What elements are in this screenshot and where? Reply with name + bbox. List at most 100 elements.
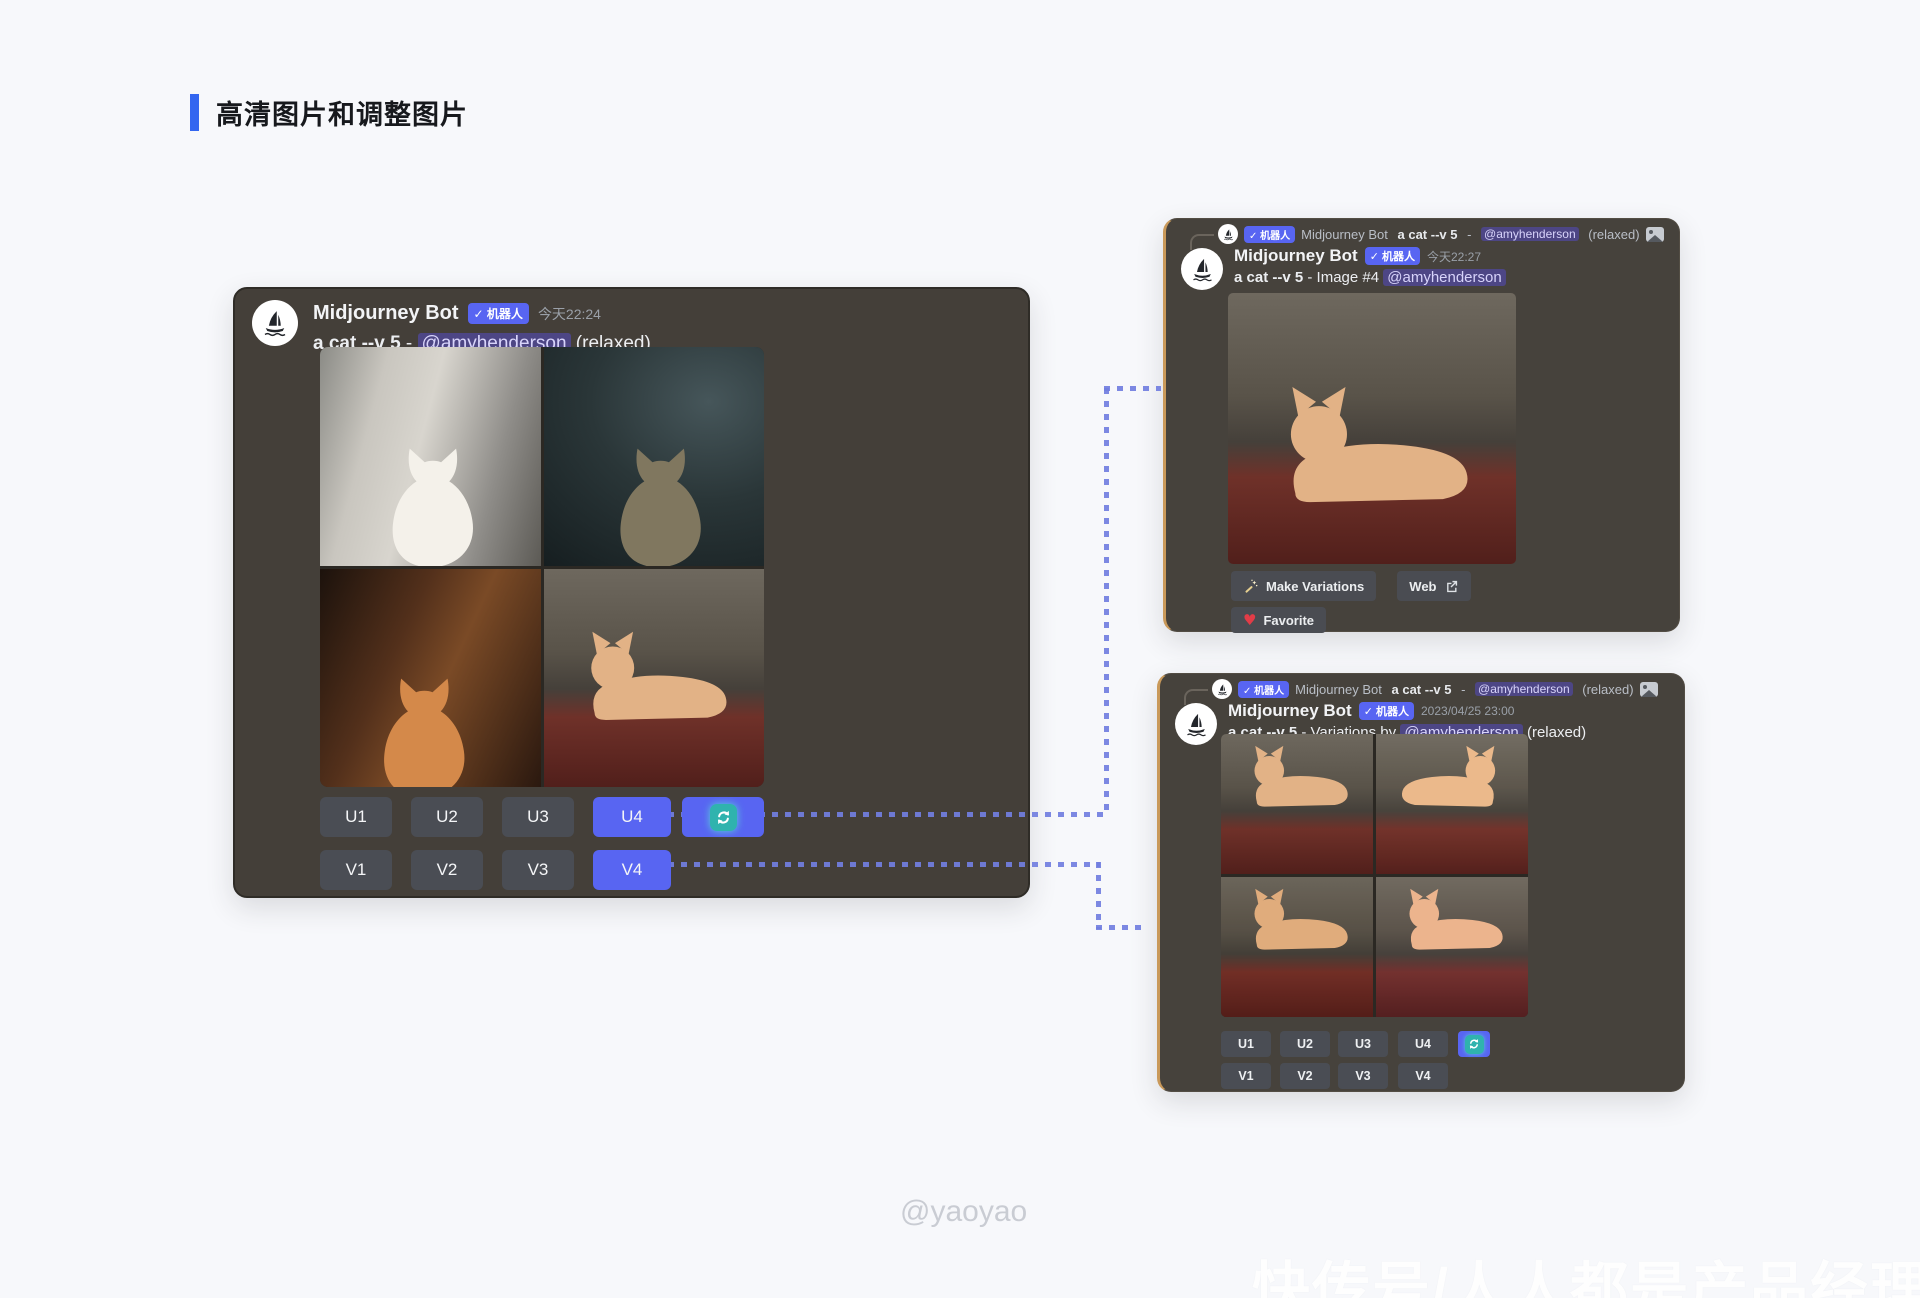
mode-text: (relaxed) — [1523, 724, 1586, 741]
connector-variation-into-card — [1096, 925, 1143, 930]
button-v3[interactable]: V3 — [1338, 1063, 1388, 1089]
refresh-icon — [1465, 1035, 1484, 1054]
make-variations-label: Make Variations — [1266, 579, 1364, 594]
midjourney-bot-avatar[interactable] — [252, 300, 298, 346]
sailboat-icon — [1189, 256, 1216, 283]
bot-name[interactable]: Midjourney Bot — [1234, 246, 1358, 266]
button-u4[interactable]: U4 — [593, 797, 671, 837]
reply-mode: (relaxed) — [1579, 682, 1634, 697]
cat-silhouette — [1235, 877, 1360, 995]
reply-mention[interactable]: @amyhenderson — [1475, 682, 1573, 696]
button-u4[interactable]: U4 — [1398, 1031, 1448, 1057]
reply-preview[interactable]: ✓ 机器人 Midjourney Bot a cat --v 5 - @amyh… — [1218, 224, 1664, 244]
generated-image-3[interactable] — [320, 569, 541, 788]
sailboat-icon — [1216, 683, 1229, 696]
reply-bot-name: Midjourney Bot — [1295, 682, 1385, 697]
button-u1[interactable]: U1 — [1221, 1031, 1271, 1057]
upscaled-result-card: ✓ 机器人 Midjourney Bot a cat --v 5 - @amyh… — [1163, 218, 1680, 632]
web-button[interactable]: Web — [1397, 571, 1470, 601]
image-number-text: - Image #4 — [1303, 269, 1383, 286]
cat-silhouette — [583, 420, 733, 566]
button-u3[interactable]: U3 — [1338, 1031, 1388, 1057]
reply-bot-name: Midjourney Bot — [1301, 227, 1391, 242]
page: 高清图片和调整图片 Midjourney Bot ✓ 机器人 今天22:24 a… — [0, 0, 1920, 1298]
cat-silhouette — [353, 420, 507, 566]
message-timestamp: 今天22:24 — [538, 304, 601, 324]
verified-bot-badge: ✓ 机器人 — [1244, 226, 1295, 243]
message-timestamp: 2023/04/25 23:00 — [1421, 704, 1514, 718]
cat-silhouette — [1390, 734, 1515, 852]
connector-upscale-vertical — [1104, 388, 1109, 815]
reply-preview[interactable]: ✓ 机器人 Midjourney Bot a cat --v 5 - @amyh… — [1212, 679, 1658, 699]
message-header: Midjourney Bot ✓ 机器人 今天22:27 — [1234, 246, 1481, 266]
midjourney-bot-avatar[interactable] — [1175, 703, 1217, 745]
generated-image-2[interactable] — [544, 347, 765, 566]
generated-image-1[interactable] — [320, 347, 541, 566]
refresh-icon — [710, 804, 737, 831]
button-v1[interactable]: V1 — [1221, 1063, 1271, 1089]
reply-bot-avatar — [1218, 224, 1238, 244]
sailboat-icon — [260, 308, 290, 338]
bot-name[interactable]: Midjourney Bot — [313, 302, 459, 325]
variation-button-row: V1 V2 V3 V4 — [320, 850, 860, 890]
button-u2[interactable]: U2 — [1280, 1031, 1330, 1057]
prompt-text: a cat --v 5 — [1234, 269, 1303, 286]
button-v4[interactable]: V4 — [1398, 1063, 1448, 1089]
reply-separator: - — [1457, 682, 1469, 697]
external-link-icon — [1444, 579, 1459, 594]
sailboat-icon — [1222, 228, 1235, 241]
user-mention[interactable]: @amyhenderson — [1383, 269, 1505, 286]
sailboat-icon — [1183, 711, 1210, 738]
connector-variation-vertical — [1096, 862, 1101, 929]
reroll-button[interactable] — [1458, 1031, 1490, 1057]
web-label: Web — [1409, 579, 1436, 594]
reply-bot-avatar — [1212, 679, 1232, 699]
variation-image-2[interactable] — [1376, 734, 1528, 874]
variation-image-3[interactable] — [1221, 877, 1373, 1017]
button-u2[interactable]: U2 — [411, 797, 483, 837]
author-watermark: @yaoyao — [900, 1195, 1027, 1229]
section-title-block: 高清图片和调整图片 — [190, 93, 468, 132]
message-header: Midjourney Bot ✓ 机器人 今天22:24 — [313, 302, 601, 325]
favorite-label: Favorite — [1263, 613, 1314, 628]
button-v2[interactable]: V2 — [411, 850, 483, 890]
make-variations-button[interactable]: Make Variations — [1231, 571, 1376, 601]
reply-prompt: a cat --v 5 — [1398, 227, 1458, 242]
button-u1[interactable]: U1 — [320, 797, 392, 837]
variations-result-card: ✓ 机器人 Midjourney Bot a cat --v 5 - @amyh… — [1157, 673, 1685, 1092]
button-v4[interactable]: V4 — [593, 850, 671, 890]
button-v3[interactable]: V3 — [502, 850, 574, 890]
cat-silhouette — [1254, 371, 1490, 521]
variation-button-row: V1 V2 V3 V4 — [1160, 1063, 1500, 1089]
upscaled-image[interactable] — [1228, 293, 1516, 564]
upscale-button-row: U1 U2 U3 U4 — [1160, 1031, 1500, 1057]
variation-image-4[interactable] — [1376, 877, 1528, 1017]
reply-mention[interactable]: @amyhenderson — [1481, 227, 1579, 241]
verified-bot-badge: ✓ 机器人 — [1359, 702, 1414, 720]
reply-separator: - — [1463, 227, 1475, 242]
magic-wand-icon — [1243, 578, 1259, 594]
generated-image-4[interactable] — [544, 569, 765, 788]
button-v1[interactable]: V1 — [320, 850, 392, 890]
midjourney-bot-avatar[interactable] — [1181, 248, 1223, 290]
upscale-button-row: U1 U2 U3 U4 — [320, 797, 860, 837]
variations-image-grid — [1221, 734, 1528, 1017]
connector-upscale-into-card — [1104, 386, 1161, 391]
connector-variation-horizontal — [655, 862, 1100, 867]
verified-bot-badge: ✓ 机器人 — [1238, 681, 1289, 698]
favorite-button-row: ♥ Favorite — [1231, 607, 1326, 633]
image-attachment-icon — [1646, 227, 1664, 242]
verified-bot-badge: ✓ 机器人 — [468, 303, 529, 324]
main-discord-message-card: Midjourney Bot ✓ 机器人 今天22:24 a cat --v 5… — [233, 287, 1030, 898]
button-u3[interactable]: U3 — [502, 797, 574, 837]
bot-name[interactable]: Midjourney Bot — [1228, 701, 1352, 721]
verified-bot-badge: ✓ 机器人 — [1365, 247, 1420, 265]
site-watermark: 快传号/人人都是产品经理 — [1252, 1242, 1920, 1298]
variation-image-1[interactable] — [1221, 734, 1373, 874]
reroll-button[interactable] — [682, 797, 764, 837]
button-v2[interactable]: V2 — [1280, 1063, 1330, 1089]
title-accent-bar — [190, 94, 199, 131]
message-header: Midjourney Bot ✓ 机器人 2023/04/25 23:00 — [1228, 701, 1514, 721]
favorite-button[interactable]: ♥ Favorite — [1231, 607, 1326, 633]
action-button-row: Make Variations Web — [1231, 571, 1471, 601]
